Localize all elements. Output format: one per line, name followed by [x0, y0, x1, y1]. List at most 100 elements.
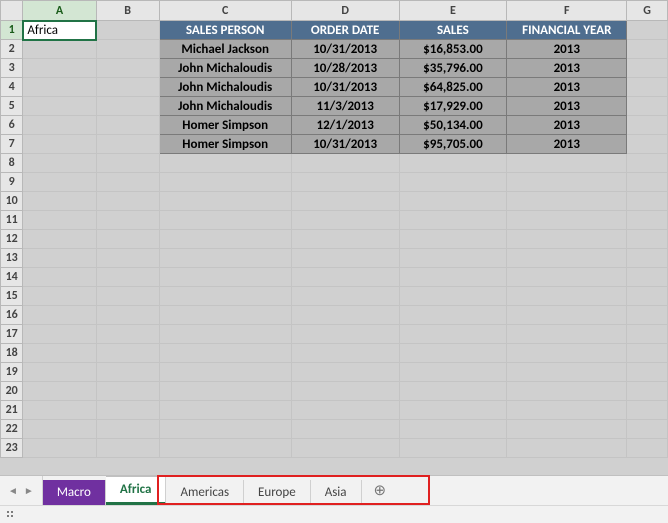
cell[interactable] [399, 439, 507, 458]
cell[interactable] [291, 363, 399, 382]
cell[interactable] [627, 78, 668, 97]
cell[interactable] [23, 154, 96, 173]
cell[interactable] [399, 325, 507, 344]
cell[interactable] [23, 192, 96, 211]
cell[interactable] [291, 420, 399, 439]
cell[interactable] [96, 78, 159, 97]
col-header-A[interactable]: A [23, 1, 96, 21]
cell[interactable] [96, 211, 159, 230]
sheet-tab-americas[interactable]: Americas [166, 480, 244, 505]
cell[interactable] [507, 154, 627, 173]
cell[interactable] [627, 40, 668, 59]
cell[interactable] [96, 135, 159, 154]
cell[interactable] [627, 249, 668, 268]
table-cell[interactable]: 10/28/2013 [291, 59, 399, 78]
cell[interactable] [291, 325, 399, 344]
sheet-tab-europe[interactable]: Europe [244, 480, 311, 505]
cell[interactable] [507, 230, 627, 249]
cell[interactable] [507, 363, 627, 382]
cell[interactable] [399, 306, 507, 325]
cell[interactable] [96, 344, 159, 363]
table-cell[interactable]: John Michaloudis [159, 97, 291, 116]
cell[interactable] [96, 439, 159, 458]
cell[interactable] [159, 268, 291, 287]
cell[interactable] [159, 173, 291, 192]
cell[interactable] [507, 211, 627, 230]
sheet-tab-asia[interactable]: Asia [311, 480, 362, 505]
row-header-15[interactable]: 15 [1, 287, 23, 306]
row-header-21[interactable]: 21 [1, 401, 23, 420]
cell[interactable] [627, 287, 668, 306]
add-sheet-button[interactable]: ⊕ [362, 476, 399, 505]
table-cell[interactable]: 10/31/2013 [291, 78, 399, 97]
cell[interactable] [291, 439, 399, 458]
cell[interactable] [399, 249, 507, 268]
cell[interactable] [627, 59, 668, 78]
cell[interactable] [627, 21, 668, 40]
cell[interactable] [291, 382, 399, 401]
cell[interactable] [23, 344, 96, 363]
cell[interactable] [399, 230, 507, 249]
cell[interactable] [627, 154, 668, 173]
cell[interactable] [627, 382, 668, 401]
cell[interactable] [159, 211, 291, 230]
cell[interactable] [96, 249, 159, 268]
cell[interactable] [291, 287, 399, 306]
cell[interactable] [291, 401, 399, 420]
cell[interactable] [23, 439, 96, 458]
cell[interactable] [291, 268, 399, 287]
cell[interactable] [23, 382, 96, 401]
cell[interactable] [399, 268, 507, 287]
row-header-1[interactable]: 1 [1, 21, 23, 40]
cell[interactable] [96, 325, 159, 344]
table-cell[interactable]: John Michaloudis [159, 78, 291, 97]
row-header-4[interactable]: 4 [1, 78, 23, 97]
cell[interactable] [507, 420, 627, 439]
cell[interactable] [627, 325, 668, 344]
cell[interactable] [23, 230, 96, 249]
cell[interactable] [507, 306, 627, 325]
table-cell[interactable]: 2013 [507, 116, 627, 135]
row-header-22[interactable]: 22 [1, 420, 23, 439]
table-cell[interactable]: Homer Simpson [159, 135, 291, 154]
cell[interactable] [159, 325, 291, 344]
cell[interactable] [627, 173, 668, 192]
cell[interactable] [627, 97, 668, 116]
cell[interactable] [23, 173, 96, 192]
col-header-F[interactable]: F [507, 1, 627, 21]
cell[interactable] [291, 192, 399, 211]
cell[interactable] [507, 287, 627, 306]
cell[interactable] [23, 97, 96, 116]
cell[interactable] [23, 211, 96, 230]
cell[interactable] [159, 192, 291, 211]
cell[interactable] [399, 363, 507, 382]
cell[interactable] [96, 116, 159, 135]
cell[interactable] [159, 344, 291, 363]
tab-nav-next-icon[interactable]: ► [24, 484, 34, 497]
table-cell[interactable]: Michael Jackson [159, 40, 291, 59]
cell[interactable] [159, 401, 291, 420]
cell[interactable] [96, 230, 159, 249]
cell[interactable] [96, 420, 159, 439]
cell[interactable] [507, 401, 627, 420]
cell[interactable] [23, 40, 96, 59]
cell[interactable] [96, 306, 159, 325]
row-header-18[interactable]: 18 [1, 344, 23, 363]
cell[interactable] [159, 306, 291, 325]
cell[interactable] [627, 420, 668, 439]
row-header-2[interactable]: 2 [1, 40, 23, 59]
cell[interactable] [627, 230, 668, 249]
cell[interactable] [399, 401, 507, 420]
cell[interactable] [23, 268, 96, 287]
cell[interactable] [96, 268, 159, 287]
row-header-11[interactable]: 11 [1, 211, 23, 230]
cell[interactable] [399, 382, 507, 401]
cell[interactable] [291, 173, 399, 192]
cell[interactable] [96, 287, 159, 306]
cell[interactable] [627, 363, 668, 382]
table-cell[interactable]: 2013 [507, 59, 627, 78]
cell[interactable] [159, 363, 291, 382]
cell[interactable] [291, 306, 399, 325]
table-cell[interactable]: 12/1/2013 [291, 116, 399, 135]
cell[interactable] [399, 192, 507, 211]
